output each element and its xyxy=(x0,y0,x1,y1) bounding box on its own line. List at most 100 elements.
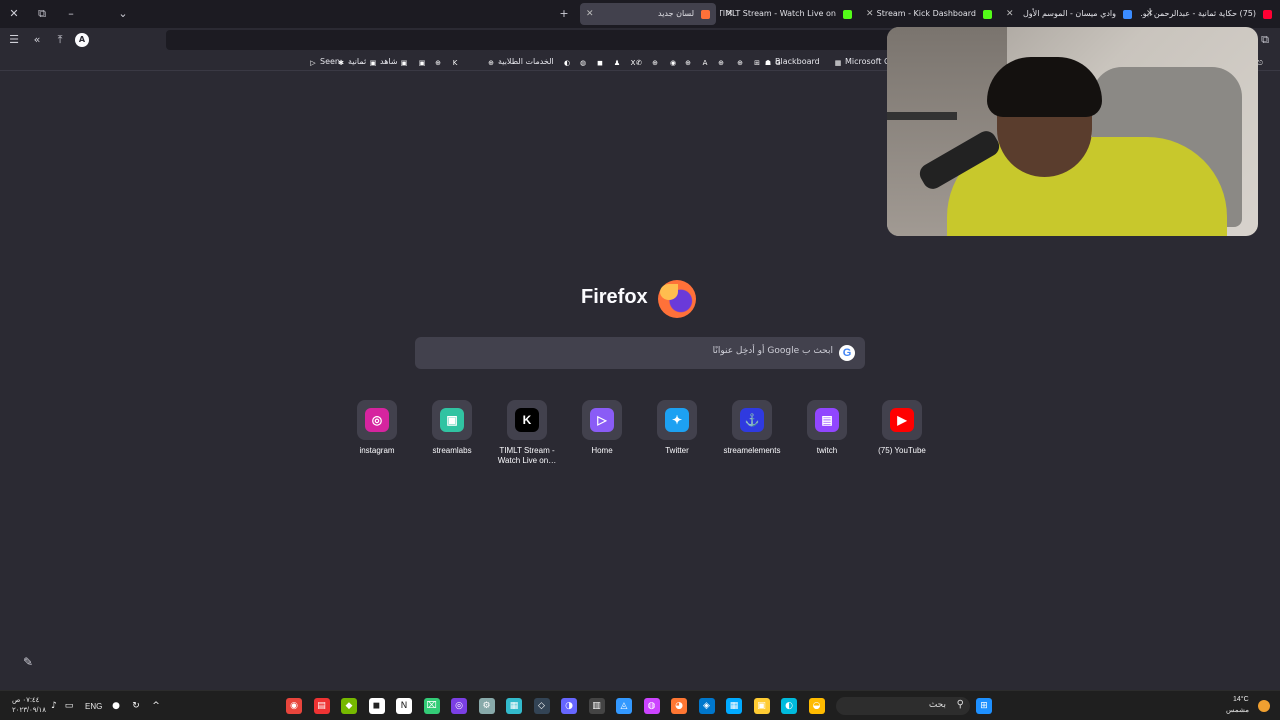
taskbar-app-icon[interactable]: ◎ xyxy=(451,698,467,714)
windows-start-icon[interactable]: ⊞ xyxy=(976,698,992,714)
sidebar-toggle-icon[interactable]: ⧉ xyxy=(1257,32,1273,48)
tab-title: وادي ميسان - الموسم الأول xyxy=(1022,9,1116,18)
top-site-tile[interactable]: ▤ twitch xyxy=(790,400,864,456)
taskbar-app-icon[interactable]: N xyxy=(396,698,412,714)
taskbar-app-icon[interactable]: ◇ xyxy=(533,698,550,714)
weather-condition[interactable]: مشمس xyxy=(1226,706,1249,714)
top-site-icon-box[interactable]: ▤ xyxy=(807,400,847,440)
bookmark-label: شاهد xyxy=(380,57,398,66)
new-tab-button[interactable]: + xyxy=(556,6,572,22)
extensions-icon[interactable]: ⤒ xyxy=(52,32,68,48)
taskbar-date[interactable]: ٢٠٢٣/٠٩/١٨ xyxy=(12,706,46,714)
taskbar-time[interactable]: ٠٧:٤٤ ص xyxy=(12,696,39,704)
list-all-tabs-button[interactable]: ⌄ xyxy=(115,6,131,22)
restore-window-button[interactable]: ⧉ xyxy=(34,6,50,22)
tab-new-tab[interactable]: ✕ لسان جديد xyxy=(580,3,716,25)
top-site-icon-box[interactable]: ▶ xyxy=(882,400,922,440)
top-site-icon-box[interactable]: ▷ xyxy=(582,400,622,440)
twitter-icon: ✦ xyxy=(665,408,689,432)
top-site-icon-box[interactable]: K xyxy=(507,400,547,440)
bookmark-favicon-icon: ◼ xyxy=(597,59,603,67)
tab-timlt-stream[interactable]: ✕ TIMLT Stream - Watch Live on xyxy=(720,3,858,25)
taskbar-app-icon[interactable]: ▦ xyxy=(726,698,742,714)
tab-title: Stream - Kick Dashboard xyxy=(876,9,976,18)
taskbar-app-icon[interactable]: ▤ xyxy=(313,698,330,714)
home-icon: ▷ xyxy=(590,408,614,432)
top-site-tile[interactable]: ▷ Home xyxy=(565,400,639,456)
bookmark-label: الخدمات الطلابية xyxy=(498,57,554,66)
top-site-tile[interactable]: ▣ streamlabs xyxy=(415,400,489,456)
bookmark-item[interactable]: Blackboard ☗ xyxy=(763,55,820,69)
tab-title: لسان جديد xyxy=(658,9,694,18)
taskbar-app-icon[interactable]: ◆ xyxy=(341,698,357,714)
weather-sun-icon[interactable] xyxy=(1258,700,1270,712)
taskbar-search[interactable]: بحث ⚲ xyxy=(836,697,970,715)
newtab-search-box[interactable]: ابحث ب Google أو أدخِل عنوانًا G xyxy=(415,337,865,369)
bookmark-favicon-icon: ⊕ xyxy=(652,59,658,67)
streamelements-icon: ⚓ xyxy=(740,408,764,432)
tab-close-icon[interactable]: ✕ xyxy=(866,3,874,25)
taskbar-app-icon[interactable]: ◒ xyxy=(808,698,825,714)
google-icon: G xyxy=(839,345,855,361)
bookmark-item[interactable]: ثمانية ✱ xyxy=(336,55,366,69)
taskbar-app-icon[interactable]: ▣ xyxy=(753,698,770,714)
top-site-label: Home xyxy=(591,446,613,455)
top-site-tile[interactable]: ✦ Twitter xyxy=(640,400,714,456)
taskbar-search-label: بحث xyxy=(928,700,946,710)
top-site-icon-box[interactable]: ⚓ xyxy=(732,400,772,440)
account-icon[interactable]: A xyxy=(75,33,89,47)
top-site-label: (75) YouTube xyxy=(878,446,926,455)
taskbar-app-icon[interactable]: ⚙ xyxy=(478,698,495,714)
bookmark-label: Seen xyxy=(320,57,340,66)
top-site-icon-box[interactable]: ▣ xyxy=(432,400,472,440)
top-site-tile[interactable]: ▶ (75) YouTube xyxy=(865,400,939,456)
taskbar-app-icon[interactable]: ▥ xyxy=(588,698,605,714)
taskbar-app-icon[interactable]: ▦ xyxy=(506,698,522,714)
bookmark-item[interactable]: Seen ▷ xyxy=(308,55,340,69)
network-icon[interactable]: ▭ xyxy=(61,698,77,714)
bookmark-item[interactable]: الخدمات الطلابية ⊕ xyxy=(486,55,554,69)
taskbar-app-icon[interactable]: ◼ xyxy=(368,698,385,714)
language-indicator[interactable]: ENG xyxy=(85,702,102,711)
tab-close-icon[interactable]: ✕ xyxy=(1006,3,1014,25)
tab-kick-dashboard[interactable]: ✕ Stream - Kick Dashboard xyxy=(860,3,998,25)
top-site-label: streamelements xyxy=(723,446,781,455)
chevron-up-icon[interactable]: ^ xyxy=(148,698,164,714)
bookmark-favicon-icon: X xyxy=(630,59,636,67)
bookmark-item[interactable]: شاهد ▣ xyxy=(368,55,398,69)
edit-pencil-icon[interactable]: ✎ xyxy=(18,652,38,672)
taskbar-app-icon[interactable]: ◐ xyxy=(781,698,797,714)
bookmark-favicon-icon: K xyxy=(452,59,458,67)
close-window-button[interactable]: ✕ xyxy=(6,6,22,22)
tab-close-icon[interactable]: ✕ xyxy=(586,3,594,25)
volume-icon[interactable]: ♪ xyxy=(46,698,62,714)
taskbar-app-icon[interactable]: ◈ xyxy=(698,698,715,714)
taskbar-app-icon[interactable]: ◕ xyxy=(671,698,687,714)
webcam-overlay xyxy=(887,27,1258,236)
search-placeholder: ابحث ب Google أو أدخِل عنوانًا xyxy=(712,346,833,356)
top-site-icon-box[interactable]: ◎ xyxy=(357,400,397,440)
weather-temperature[interactable]: 14°C xyxy=(1233,696,1249,703)
minimize-window-button[interactable]: – xyxy=(63,6,79,22)
bookmark-favicon-icon: G xyxy=(775,59,781,67)
taskbar-app-icon[interactable]: ◑ xyxy=(561,698,577,714)
bookmark-favicon-icon: ▷ xyxy=(310,59,316,67)
bookmark-favicon-icon: ▣ xyxy=(418,59,426,67)
top-site-label: twitch xyxy=(816,446,838,455)
tab-wadi-maysan[interactable]: ✕ وادي ميسان - الموسم الأول xyxy=(1000,3,1138,25)
top-site-tile[interactable]: ◎ instagram xyxy=(340,400,414,456)
sync-icon[interactable]: ↻ xyxy=(128,698,144,714)
top-site-tile[interactable]: ⚓ streamelements xyxy=(715,400,789,456)
top-site-label: streamlabs xyxy=(432,446,472,455)
top-site-icon-box[interactable]: ✦ xyxy=(657,400,697,440)
top-site-tile[interactable]: K TIMLT Stream - Watch Live on… xyxy=(490,400,564,466)
taskbar-app-icon[interactable]: ◉ xyxy=(286,698,302,714)
tab-youtube[interactable]: ✕ (75) حكاية ثمانية - عبدالرحمن أبو… xyxy=(1140,3,1278,25)
taskbar-app-icon[interactable]: ◍ xyxy=(643,698,660,714)
taskbar-app-icon[interactable]: ◬ xyxy=(616,698,632,714)
taskbar-app-icon[interactable]: ⌧ xyxy=(423,698,440,714)
microphone-icon[interactable]: ● xyxy=(108,698,124,714)
chevron-double-left-icon[interactable]: « xyxy=(29,32,45,48)
webcam-headphones xyxy=(987,57,1102,117)
menu-icon[interactable]: ☰ xyxy=(6,32,22,48)
